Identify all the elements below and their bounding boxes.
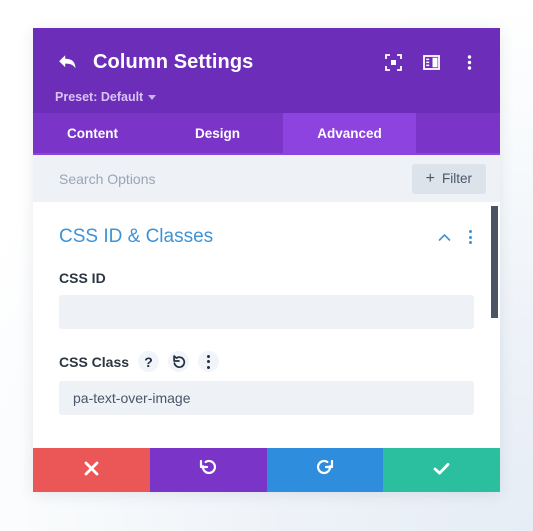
plus-icon: + (425, 169, 435, 187)
tab-advanced[interactable]: Advanced (283, 113, 416, 153)
check-icon (431, 458, 452, 482)
reset-icon[interactable] (168, 351, 190, 372)
filter-button[interactable]: + Filter (411, 163, 486, 194)
cancel-button[interactable] (33, 448, 150, 492)
undo-button[interactable] (149, 448, 267, 492)
css-class-label: CSS Class (59, 353, 130, 370)
scrollbar-track[interactable] (491, 202, 500, 448)
field-label-row-css-class: CSS Class ? (59, 351, 474, 372)
layout-panel-icon[interactable] (422, 53, 440, 71)
settings-scroll-area: CSS ID & Classes CSS ID CSS Class ? pa-t… (33, 202, 500, 448)
section-header-css-id-classes[interactable]: CSS ID & Classes (59, 202, 474, 248)
redo-button[interactable] (266, 448, 384, 492)
section-title: CSS ID & Classes (59, 226, 214, 247)
undo-icon (198, 459, 218, 482)
save-button[interactable] (383, 448, 500, 492)
css-id-input[interactable] (59, 295, 474, 329)
tab-design[interactable]: Design (152, 113, 283, 153)
more-options-icon[interactable] (460, 53, 478, 71)
css-id-label: CSS ID (59, 270, 106, 286)
field-more-options-icon[interactable] (198, 351, 220, 372)
close-icon (82, 459, 101, 481)
css-class-input[interactable] (59, 381, 474, 415)
help-icon[interactable]: ? (138, 351, 160, 372)
scrollbar-thumb[interactable] (491, 206, 498, 318)
section-controls (438, 228, 474, 246)
section-more-options-icon[interactable] (467, 228, 474, 246)
chevron-down-icon (148, 94, 157, 100)
header-actions (384, 53, 478, 71)
modal-header-top-row: Column Settings (55, 28, 478, 88)
modal-header: Column Settings Preset: Default (33, 28, 500, 113)
chevron-up-icon[interactable] (438, 231, 451, 244)
field-css-id: CSS ID (59, 270, 474, 329)
search-input[interactable] (59, 170, 412, 187)
page-title: Column Settings (93, 50, 254, 73)
modal-footer (33, 448, 500, 492)
preset-label: Preset: Default (55, 90, 144, 104)
back-arrow-icon[interactable] (55, 51, 81, 73)
search-bar: + Filter (33, 155, 500, 202)
field-label-row-css-id: CSS ID (59, 270, 474, 286)
focus-target-icon[interactable] (384, 53, 402, 71)
field-css-class: CSS Class ? (59, 351, 474, 415)
settings-body: CSS ID & Classes CSS ID CSS Class ? pa-t… (33, 202, 500, 448)
tab-bar: Content Design Advanced (33, 113, 500, 155)
redo-icon (315, 459, 335, 482)
tab-content[interactable]: Content (33, 113, 152, 153)
column-settings-modal: Column Settings Preset: Default Content … (33, 28, 500, 492)
filter-button-label: Filter (442, 171, 472, 186)
preset-selector[interactable]: Preset: Default (55, 90, 157, 104)
